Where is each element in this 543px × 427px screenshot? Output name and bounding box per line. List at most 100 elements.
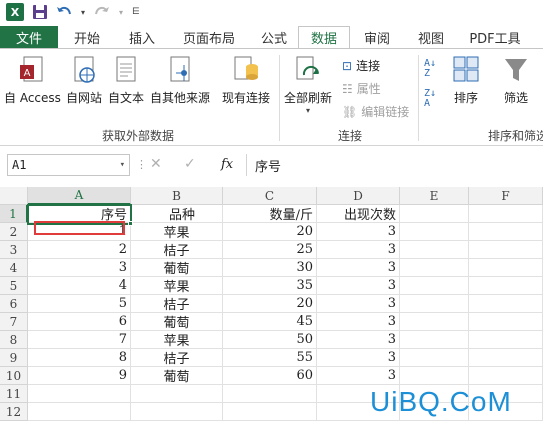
sort-descending-button[interactable]: Z↓ A xyxy=(424,89,436,109)
redo-dropdown-icon[interactable]: ▾ xyxy=(118,2,124,22)
table-cell[interactable] xyxy=(400,277,469,295)
table-cell[interactable] xyxy=(400,313,469,331)
table-cell[interactable]: 7 xyxy=(28,331,131,349)
table-cell[interactable]: 3 xyxy=(317,313,400,331)
table-cell[interactable]: 5 xyxy=(28,295,131,313)
filter-button[interactable]: 筛选 xyxy=(502,55,530,106)
table-cell[interactable]: 葡萄 xyxy=(131,367,223,385)
table-cell[interactable]: 50 xyxy=(223,331,317,349)
table-cell[interactable]: 45 xyxy=(223,313,317,331)
table-cell[interactable] xyxy=(28,385,131,403)
row-header[interactable]: 10 xyxy=(0,367,28,385)
from-text-button[interactable]: 自文本 xyxy=(108,55,144,106)
table-cell[interactable] xyxy=(400,205,469,223)
column-header-b[interactable]: B xyxy=(131,187,223,205)
table-cell[interactable] xyxy=(469,241,543,259)
row-header[interactable]: 2 xyxy=(0,223,28,241)
table-cell[interactable]: 苹果 xyxy=(131,223,223,241)
row-header[interactable]: 6 xyxy=(0,295,28,313)
enter-icon[interactable]: ✓ xyxy=(184,156,196,172)
tab-insert[interactable]: 插入 xyxy=(116,26,168,48)
table-cell[interactable]: 6 xyxy=(28,313,131,331)
row-header[interactable]: 8 xyxy=(0,331,28,349)
column-header-a[interactable]: A xyxy=(28,187,131,205)
cancel-icon[interactable]: ✕ xyxy=(150,156,162,172)
table-cell[interactable]: 9 xyxy=(28,367,131,385)
table-cell[interactable]: 2 xyxy=(28,241,131,259)
table-cell[interactable]: 3 xyxy=(28,259,131,277)
select-all-corner[interactable] xyxy=(0,187,28,205)
table-cell[interactable]: 25 xyxy=(223,241,317,259)
formula-input[interactable]: 序号 xyxy=(246,154,543,176)
row-header[interactable]: 11 xyxy=(0,385,28,403)
undo-icon[interactable] xyxy=(56,2,72,22)
sort-button[interactable]: 排序 xyxy=(452,55,480,106)
row-header[interactable]: 7 xyxy=(0,313,28,331)
table-cell[interactable]: 30 xyxy=(223,259,317,277)
row-header[interactable]: 4 xyxy=(0,259,28,277)
name-box-dropdown-icon[interactable]: ▾ xyxy=(120,160,125,170)
table-cell[interactable] xyxy=(400,331,469,349)
tab-review[interactable]: 审阅 xyxy=(350,26,404,48)
table-cell[interactable] xyxy=(223,385,317,403)
row-header[interactable]: 5 xyxy=(0,277,28,295)
from-web-button[interactable]: 自网站 xyxy=(66,55,102,106)
table-cell[interactable] xyxy=(28,403,131,421)
connections-button[interactable]: ⊡ 连接 xyxy=(342,57,380,74)
tab-file[interactable]: 文件 xyxy=(0,26,58,48)
table-cell[interactable]: 桔子 xyxy=(131,241,223,259)
table-cell[interactable] xyxy=(469,277,543,295)
table-cell[interactable] xyxy=(400,295,469,313)
table-cell[interactable]: 3 xyxy=(317,349,400,367)
table-cell[interactable] xyxy=(131,385,223,403)
tab-view[interactable]: 视图 xyxy=(404,26,458,48)
row-header[interactable]: 9 xyxy=(0,349,28,367)
table-cell[interactable] xyxy=(131,403,223,421)
sort-ascending-button[interactable]: A↓ Z xyxy=(424,59,436,79)
table-cell[interactable]: 品种 xyxy=(131,205,223,223)
table-cell[interactable] xyxy=(223,403,317,421)
table-cell[interactable]: 3 xyxy=(317,331,400,349)
table-cell[interactable]: 35 xyxy=(223,277,317,295)
from-other-sources-button[interactable]: 自其他来源 xyxy=(150,55,210,106)
table-cell[interactable] xyxy=(400,349,469,367)
row-header[interactable]: 1 xyxy=(0,205,28,223)
row-header[interactable]: 3 xyxy=(0,241,28,259)
save-icon[interactable] xyxy=(32,2,48,22)
column-header-f[interactable]: F xyxy=(469,187,543,205)
table-cell[interactable]: 4 xyxy=(28,277,131,295)
column-header-e[interactable]: E xyxy=(400,187,469,205)
edit-links-button[interactable]: ⛓ 编辑链接 xyxy=(342,103,409,120)
table-cell[interactable]: 葡萄 xyxy=(131,313,223,331)
table-cell[interactable]: 3 xyxy=(317,295,400,313)
table-cell[interactable] xyxy=(469,205,543,223)
table-cell[interactable]: 3 xyxy=(317,223,400,241)
table-cell[interactable]: 8 xyxy=(28,349,131,367)
table-cell[interactable] xyxy=(469,295,543,313)
customize-qat-icon[interactable]: ⋿ xyxy=(132,2,140,22)
fill-handle[interactable] xyxy=(128,221,133,226)
table-cell[interactable] xyxy=(400,259,469,277)
row-header[interactable]: 12 xyxy=(0,403,28,421)
table-cell[interactable]: 3 xyxy=(317,259,400,277)
table-cell[interactable] xyxy=(400,241,469,259)
undo-dropdown-icon[interactable]: ▾ xyxy=(80,2,86,22)
column-header-c[interactable]: C xyxy=(223,187,317,205)
tab-home[interactable]: 开始 xyxy=(58,26,116,48)
column-header-d[interactable]: D xyxy=(317,187,400,205)
table-cell[interactable]: 3 xyxy=(317,277,400,295)
table-cell[interactable] xyxy=(469,223,543,241)
table-cell[interactable]: 20 xyxy=(223,223,317,241)
table-cell[interactable]: 数量/斤 xyxy=(223,205,317,223)
tab-pdf-tools[interactable]: PDF工具 xyxy=(458,26,532,48)
properties-button[interactable]: ☷ 属性 xyxy=(342,80,381,97)
refresh-dropdown-icon[interactable]: ▾ xyxy=(306,106,310,115)
existing-connections-button[interactable]: 现有连接 xyxy=(222,55,270,106)
table-cell[interactable] xyxy=(469,349,543,367)
from-access-button[interactable]: A 自 Access xyxy=(4,55,61,106)
refresh-all-button[interactable]: 全部刷新 ▾ xyxy=(284,55,332,115)
tab-formulas[interactable]: 公式 xyxy=(250,26,298,48)
table-cell[interactable]: 苹果 xyxy=(131,331,223,349)
table-cell[interactable]: 出现次数 xyxy=(317,205,400,223)
table-cell[interactable] xyxy=(469,367,543,385)
